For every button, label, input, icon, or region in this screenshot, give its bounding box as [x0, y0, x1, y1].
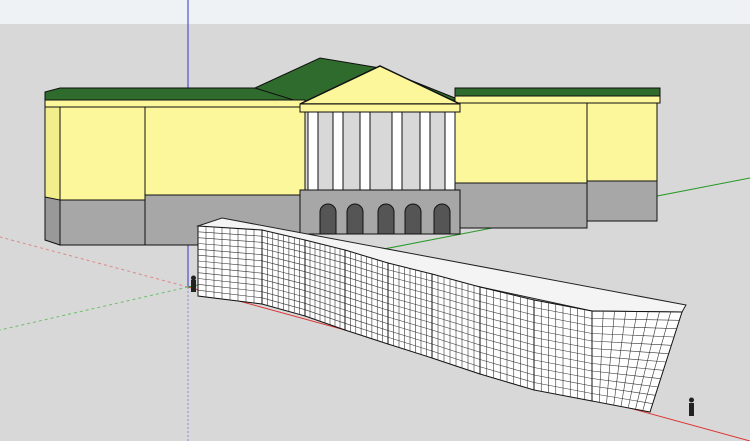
right-wing-upper	[586, 102, 658, 184]
right-center-plinth	[454, 182, 588, 229]
left-wing-upper	[59, 106, 146, 203]
right-center-upper	[454, 102, 588, 184]
3d-scene[interactable]	[0, 0, 750, 441]
left-center-upper	[144, 106, 306, 196]
cornice-right	[454, 95, 661, 104]
portico-columns	[307, 111, 456, 191]
entablature	[299, 103, 461, 113]
right-wing-plinth	[586, 180, 658, 222]
green-axis-negative	[0, 286, 189, 331]
cube-stacks[interactable]	[196, 217, 687, 413]
left-wing-side-plinth	[44, 196, 61, 246]
left-wing-plinth	[59, 199, 146, 246]
modeling-viewport[interactable]	[0, 0, 750, 441]
cornice-left	[44, 99, 306, 108]
human-figure-left[interactable]	[191, 275, 196, 293]
building-with-portico[interactable]	[44, 57, 661, 246]
human-figure-right[interactable]	[689, 397, 694, 417]
